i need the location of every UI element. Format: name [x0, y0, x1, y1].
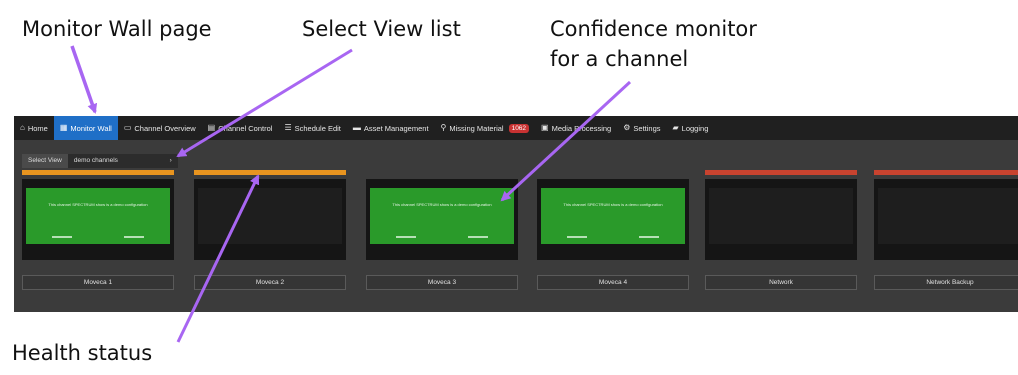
- nav-item-home[interactable]: ⌂ Home: [14, 116, 54, 140]
- preview-footer: [370, 236, 514, 238]
- callout-confidence-line1: Confidence monitor: [550, 17, 757, 41]
- confidence-monitor[interactable]: This channel SPECTRUM show is a demo con…: [22, 170, 174, 296]
- callout-health-status: Health status: [12, 341, 153, 365]
- monitor-frame: [705, 179, 857, 260]
- missing-material-icon: ⚲: [440, 123, 447, 132]
- missing-material-count-badge: 1062: [508, 123, 530, 133]
- confidence-monitor[interactable]: This channel SPECTRUM show is a demo con…: [366, 170, 518, 296]
- nav-item-label: Missing Material: [449, 123, 504, 133]
- nav-item-label: Home: [27, 123, 48, 133]
- channel-name-label: Network: [705, 275, 857, 290]
- monitor-video-preview: This channel SPECTRUM show is a demo con…: [370, 188, 514, 244]
- schedule-edit-icon: ☰: [284, 123, 292, 132]
- media-processing-icon: ▣: [541, 123, 549, 132]
- callout-select-view-list: Select View list: [302, 17, 461, 41]
- nav-item-label: Settings: [633, 123, 661, 133]
- health-status-bar: [366, 170, 518, 175]
- asset-management-icon: ▬: [352, 123, 361, 132]
- arrow-monitor-wall-page: [70, 45, 98, 114]
- preview-footer: [26, 236, 170, 238]
- health-status-bar: [537, 170, 689, 175]
- health-status-bar: [705, 170, 857, 175]
- nav-item-channel-overview[interactable]: ▭ Channel Overview: [118, 116, 202, 140]
- callout-confidence-monitor: Confidence monitor for a channel: [550, 14, 757, 74]
- nav-item-label: Media Processing: [551, 123, 612, 133]
- chevron-right-icon: ›: [169, 157, 172, 164]
- monitor-video-preview: [878, 188, 1018, 244]
- nav-item-label: Channel Overview: [134, 123, 196, 133]
- confidence-monitor[interactable]: This channel SPECTRUM show is a demo con…: [537, 170, 689, 296]
- confidence-monitor[interactable]: Network Backup: [874, 170, 1018, 296]
- nav-item-label: Logging: [681, 123, 709, 133]
- select-view-dropdown[interactable]: demo channels ›: [67, 154, 178, 168]
- nav-item-settings[interactable]: ⚙ Settings: [617, 116, 666, 140]
- health-status-bar: [194, 170, 346, 175]
- top-nav-bar: ⌂ Home ▦ Monitor Wall ▭ Channel Overview ▤ Chan…: [14, 116, 1018, 140]
- nav-item-channel-control[interactable]: ▤ Channel Control: [202, 116, 279, 140]
- monitor-frame: This channel SPECTRUM show is a demo con…: [366, 179, 518, 260]
- monitor-frame: [874, 179, 1018, 260]
- app-window: ⌂ Home ▦ Monitor Wall ▭ Channel Overview ▤ Chan…: [14, 116, 1018, 312]
- channel-control-icon: ▤: [207, 123, 216, 132]
- channel-name-label: Moveca 2: [194, 275, 346, 290]
- channel-name-label: Moveca 3: [366, 275, 518, 290]
- logging-icon: ▰: [672, 123, 679, 132]
- preview-text: This channel SPECTRUM show is a demo con…: [563, 202, 663, 207]
- channel-name-label: Network Backup: [874, 275, 1018, 290]
- health-status-bar: [22, 170, 174, 175]
- settings-icon: ⚙: [623, 123, 631, 132]
- callout-confidence-line2: for a channel: [550, 47, 689, 71]
- nav-item-asset-management[interactable]: ▬ Asset Management: [347, 116, 435, 140]
- preview-text: This channel SPECTRUM show is a demo con…: [392, 202, 492, 207]
- preview-footer: [541, 236, 685, 238]
- nav-item-logging[interactable]: ▰ Logging: [667, 116, 715, 140]
- preview-text: This channel SPECTRUM show is a demo con…: [48, 202, 148, 207]
- home-icon: ⌂: [20, 123, 25, 132]
- nav-item-label: Channel Control: [218, 123, 273, 133]
- health-status-bar: [874, 170, 1018, 175]
- nav-item-label: Asset Management: [363, 123, 429, 133]
- nav-item-label: Schedule Edit: [294, 123, 341, 133]
- monitor-frame: This channel SPECTRUM show is a demo con…: [537, 179, 689, 260]
- channel-name-label: Moveca 1: [22, 275, 174, 290]
- monitor-wall-icon: ▦: [59, 123, 68, 132]
- nav-item-missing-material[interactable]: ⚲ Missing Material 1062: [435, 116, 536, 140]
- channel-overview-icon: ▭: [123, 123, 132, 132]
- monitor-video-preview: This channel SPECTRUM show is a demo con…: [26, 188, 170, 244]
- monitor-frame: [194, 179, 346, 260]
- nav-item-label: Monitor Wall: [70, 123, 112, 133]
- callout-monitor-wall-page: Monitor Wall page: [22, 17, 212, 41]
- nav-item-monitor-wall[interactable]: ▦ Monitor Wall: [53, 116, 118, 140]
- channel-name-label: Moveca 4: [537, 275, 689, 290]
- monitor-video-preview: [709, 188, 853, 244]
- select-view-label: Select View: [22, 154, 68, 168]
- nav-item-media-processing[interactable]: ▣ Media Processing: [535, 116, 617, 140]
- nav-item-schedule-edit[interactable]: ☰ Schedule Edit: [278, 116, 346, 140]
- monitor-frame: This channel SPECTRUM show is a demo con…: [22, 179, 174, 260]
- confidence-monitor[interactable]: Moveca 2: [194, 170, 346, 296]
- monitor-video-preview: This channel SPECTRUM show is a demo con…: [541, 188, 685, 244]
- confidence-monitor[interactable]: Network: [705, 170, 857, 296]
- select-view-control: Select View demo channels ›: [22, 154, 178, 168]
- monitor-video-preview: [198, 188, 342, 244]
- select-view-value: demo channels: [73, 157, 118, 164]
